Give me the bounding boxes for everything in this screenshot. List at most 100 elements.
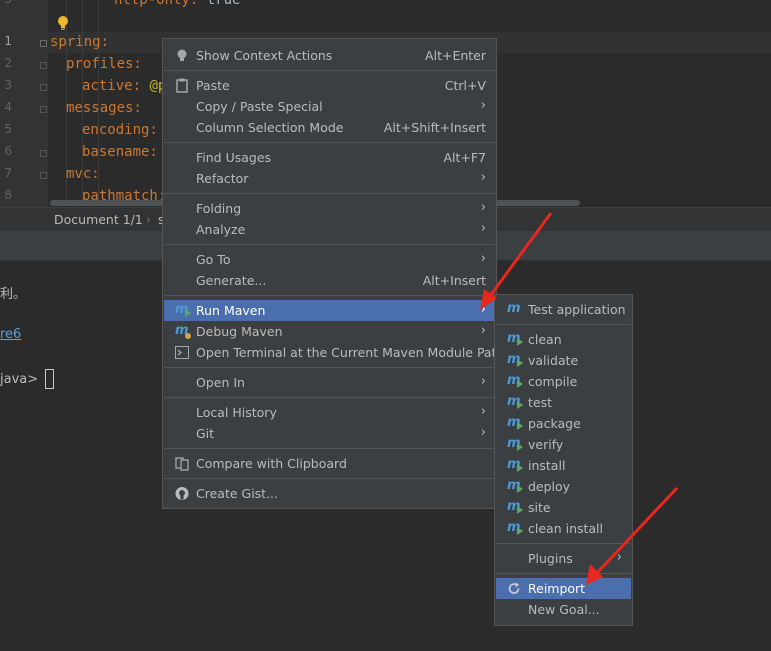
menu-separator	[164, 244, 495, 245]
maven-run-icon: m	[175, 302, 191, 318]
menu-item-show-context-actions[interactable]: Show Context Actions Alt+Enter	[164, 45, 495, 66]
line-number: 6	[4, 144, 12, 158]
menu-item-find-usages[interactable]: Find Usages Alt+F7	[164, 147, 495, 168]
fold-marker-icon[interactable]	[40, 40, 47, 47]
chevron-right-icon: ›	[480, 404, 486, 419]
code-line: mvc:	[66, 166, 100, 182]
code-line: basename:	[82, 144, 158, 160]
menu-item-debug-maven[interactable]: m Debug Maven ›	[164, 321, 495, 342]
maven-goal-icon: m	[507, 436, 523, 452]
terminal-icon	[175, 346, 189, 359]
refresh-icon	[508, 582, 520, 594]
maven-goal-test[interactable]: m test	[496, 392, 631, 413]
line-number: 8	[4, 188, 12, 202]
maven-goal-icon: m	[507, 373, 523, 389]
fold-marker-icon[interactable]	[40, 106, 47, 113]
menu-item-compare-clipboard[interactable]: Compare with Clipboard	[164, 453, 495, 474]
breadcrumb-document[interactable]: Document 1/1	[54, 212, 143, 227]
menu-item-go-to[interactable]: Go To ›	[164, 249, 495, 270]
maven-goal-icon: m	[507, 352, 523, 368]
menu-item-run-maven[interactable]: m Run Maven ›	[164, 300, 495, 321]
chevron-right-icon: ›	[616, 550, 622, 565]
maven-submenu: m Test application m clean m validate m com…	[494, 294, 633, 626]
chevron-right-icon: ›	[480, 323, 486, 338]
maven-goal-clean[interactable]: m clean	[496, 329, 631, 350]
terminal-link[interactable]: re6	[0, 327, 21, 342]
editor-gutter: 3 1 2 3 4 5 6 7 8	[0, 0, 48, 207]
terminal-output: 利。	[0, 287, 27, 302]
menu-separator	[496, 324, 631, 325]
code-line: messages:	[66, 100, 142, 116]
code-line: http-only: true	[114, 0, 241, 8]
menu-item-column-selection-mode[interactable]: Column Selection Mode Alt+Shift+Insert	[164, 117, 495, 138]
maven-icon: m	[507, 301, 521, 316]
menu-separator	[164, 397, 495, 398]
maven-goal-install[interactable]: m install	[496, 455, 631, 476]
menu-separator	[164, 448, 495, 449]
maven-goal-verify[interactable]: m verify	[496, 434, 631, 455]
menu-item-open-terminal[interactable]: Open Terminal at the Current Maven Modul…	[164, 342, 504, 363]
terminal-prompt: java>	[0, 372, 39, 387]
chevron-right-icon: ›	[480, 221, 486, 236]
code-line: profiles:	[66, 56, 142, 72]
chevron-right-icon: ›	[480, 170, 486, 185]
github-icon	[175, 487, 189, 500]
menu-separator	[164, 478, 495, 479]
chevron-right-icon: ›	[480, 251, 486, 266]
context-menu: Show Context Actions Alt+Enter Paste Ctr…	[162, 38, 504, 509]
maven-goal-icon: m	[507, 415, 523, 431]
lightbulb-icon[interactable]	[57, 15, 69, 31]
menu-separator	[164, 193, 495, 194]
line-number: 7	[4, 166, 12, 180]
maven-goal-package[interactable]: m package	[496, 413, 631, 434]
maven-goal-deploy[interactable]: m deploy	[496, 476, 631, 497]
fold-marker-icon[interactable]	[40, 62, 47, 69]
lightbulb-icon	[177, 49, 187, 61]
maven-debug-icon: m	[175, 323, 191, 339]
chevron-right-icon: ›	[480, 425, 486, 440]
maven-goal-compile[interactable]: m compile	[496, 371, 631, 392]
code-line: active: @p	[82, 78, 167, 94]
menu-item-analyze[interactable]: Analyze ›	[164, 219, 495, 240]
menu-item-copy-paste-special[interactable]: Copy / Paste Special ›	[164, 96, 495, 117]
menu-separator	[164, 70, 495, 71]
submenu-item-test-application[interactable]: m Test application	[496, 299, 631, 320]
maven-goal-clean-install[interactable]: m clean install	[496, 518, 631, 539]
code-line: spring:	[50, 34, 110, 50]
menu-item-paste[interactable]: Paste Ctrl+V	[164, 75, 495, 96]
maven-goal-site[interactable]: m site	[496, 497, 631, 518]
maven-goal-icon: m	[507, 478, 523, 494]
fold-marker-icon[interactable]	[40, 172, 47, 179]
menu-item-create-gist[interactable]: Create Gist...	[164, 483, 495, 504]
fold-marker-icon[interactable]	[40, 84, 47, 91]
menu-item-generate[interactable]: Generate... Alt+Insert	[164, 270, 495, 291]
line-number: 2	[4, 56, 12, 70]
chevron-right-icon: ›	[480, 302, 486, 317]
menu-item-local-history[interactable]: Local History ›	[164, 402, 495, 423]
chevron-right-icon: ›	[480, 200, 486, 215]
menu-item-folding[interactable]: Folding ›	[164, 198, 495, 219]
maven-goal-icon: m	[507, 394, 523, 410]
line-number: 3	[4, 78, 12, 92]
menu-separator	[496, 543, 631, 544]
line-number: 5	[4, 122, 12, 136]
menu-separator	[164, 367, 495, 368]
maven-goal-icon: m	[507, 331, 523, 347]
line-number: 1	[4, 34, 12, 48]
maven-goal-icon: m	[507, 457, 523, 473]
fold-marker-icon[interactable]	[40, 150, 47, 157]
maven-goal-icon: m	[507, 520, 523, 536]
submenu-item-new-goal[interactable]: New Goal...	[496, 599, 631, 620]
terminal-cursor	[45, 369, 54, 389]
submenu-item-reimport[interactable]: Reimport	[496, 578, 631, 599]
compare-icon	[175, 457, 189, 471]
menu-separator	[496, 573, 631, 574]
maven-goal-validate[interactable]: m validate	[496, 350, 631, 371]
chevron-right-icon: ›	[480, 98, 486, 113]
menu-item-git[interactable]: Git ›	[164, 423, 495, 444]
submenu-item-plugins[interactable]: Plugins ›	[496, 548, 631, 569]
menu-item-open-in[interactable]: Open In ›	[164, 372, 495, 393]
menu-item-refactor[interactable]: Refactor ›	[164, 168, 495, 189]
line-number: 4	[4, 100, 12, 114]
chevron-right-icon: ›	[480, 374, 486, 389]
